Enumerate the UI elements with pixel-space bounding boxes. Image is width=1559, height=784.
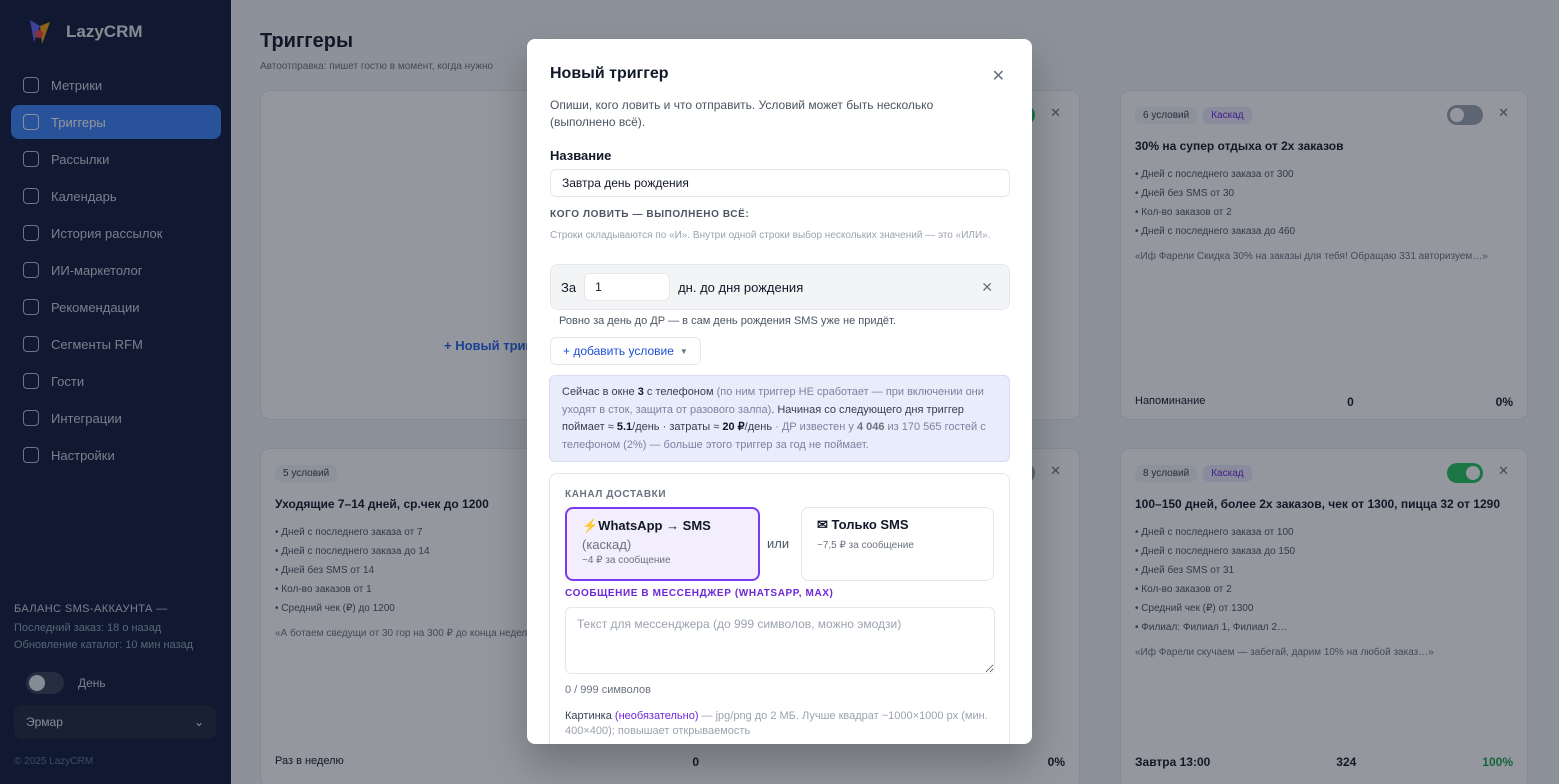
close-icon[interactable]: ✕ xyxy=(992,66,1005,86)
info-known: 4 046 xyxy=(856,421,885,433)
option-title: ⚡WhatsApp → SMS xyxy=(582,518,711,533)
modal-description: Опиши, кого ловить и что отправить. Усло… xyxy=(550,98,934,129)
info-muted: · ДР известен у xyxy=(772,421,857,433)
channel-option-whatsapp-sms[interactable]: ⚡WhatsApp → SMS (каскад) ~4 ₽ за сообщен… xyxy=(565,507,760,581)
trigger-name-input[interactable] xyxy=(550,169,1010,197)
info-text: с телефоном xyxy=(643,386,717,398)
new-trigger-modal: Новый триггер ✕ Опиши, кого ловить и что… xyxy=(527,39,1032,744)
modal-title: Новый триггер xyxy=(550,65,669,82)
option-title: ✉ Только SMS xyxy=(817,517,909,532)
info-per-day: 5.1 xyxy=(616,421,633,433)
image-label: Картинка xyxy=(565,710,612,722)
info-text: /день xyxy=(744,421,773,433)
add-condition-button[interactable]: + добавить условие ▼ xyxy=(550,337,701,365)
caret-down-icon: ▼ xyxy=(679,346,688,356)
condition-prefix: За xyxy=(561,279,577,295)
name-label: Название xyxy=(550,148,612,163)
or-separator: или xyxy=(767,536,790,551)
option-price: ~7,5 ₽ за сообщение xyxy=(817,540,914,551)
option-price: ~4 ₽ за сообщение xyxy=(582,555,671,566)
who-section-hint: Строки складываются по «И». Внутри одной… xyxy=(550,230,991,241)
image-note: Картинка (необязательно) — jpg/png до 2 … xyxy=(565,709,995,739)
info-text: /день · затраты ≈ xyxy=(632,421,723,433)
messenger-text-input[interactable] xyxy=(565,607,995,674)
image-optional: (необязательно) xyxy=(614,710,699,722)
info-text: Сейчас в окне xyxy=(562,386,638,398)
char-counter: 0 / 999 символов xyxy=(565,684,652,696)
delivery-channel-section: КАНАЛ ДОСТАВКИ ⚡WhatsApp → SMS (каскад) … xyxy=(549,473,1010,744)
forecast-info: Сейчас в окне 3 с телефоном (по ним триг… xyxy=(549,375,1010,462)
add-condition-label: + добавить условие xyxy=(563,344,674,358)
condition-suffix: дн. до дня рождения xyxy=(678,279,804,295)
who-section-title: КОГО ЛОВИТЬ — ВЫПОЛНЕНО ВСЁ: xyxy=(550,209,750,220)
condition-note: Ровно за день до ДР — в сам день рождени… xyxy=(559,315,896,327)
info-cost: 20 ₽ xyxy=(722,421,745,433)
days-input[interactable] xyxy=(584,273,671,301)
option-subtitle: (каскад) xyxy=(582,537,632,552)
message-label: СООБЩЕНИЕ В МЕССЕНДЖЕР (WHATSAPP, MAX) xyxy=(565,588,834,599)
channel-label: КАНАЛ ДОСТАВКИ xyxy=(565,489,667,500)
condition-row: За дн. до дня рождения ✕ xyxy=(550,264,1010,310)
channel-option-sms-only[interactable]: ✉ Только SMS ~7,5 ₽ за сообщение xyxy=(801,507,994,581)
remove-condition-icon[interactable]: ✕ xyxy=(981,279,993,296)
